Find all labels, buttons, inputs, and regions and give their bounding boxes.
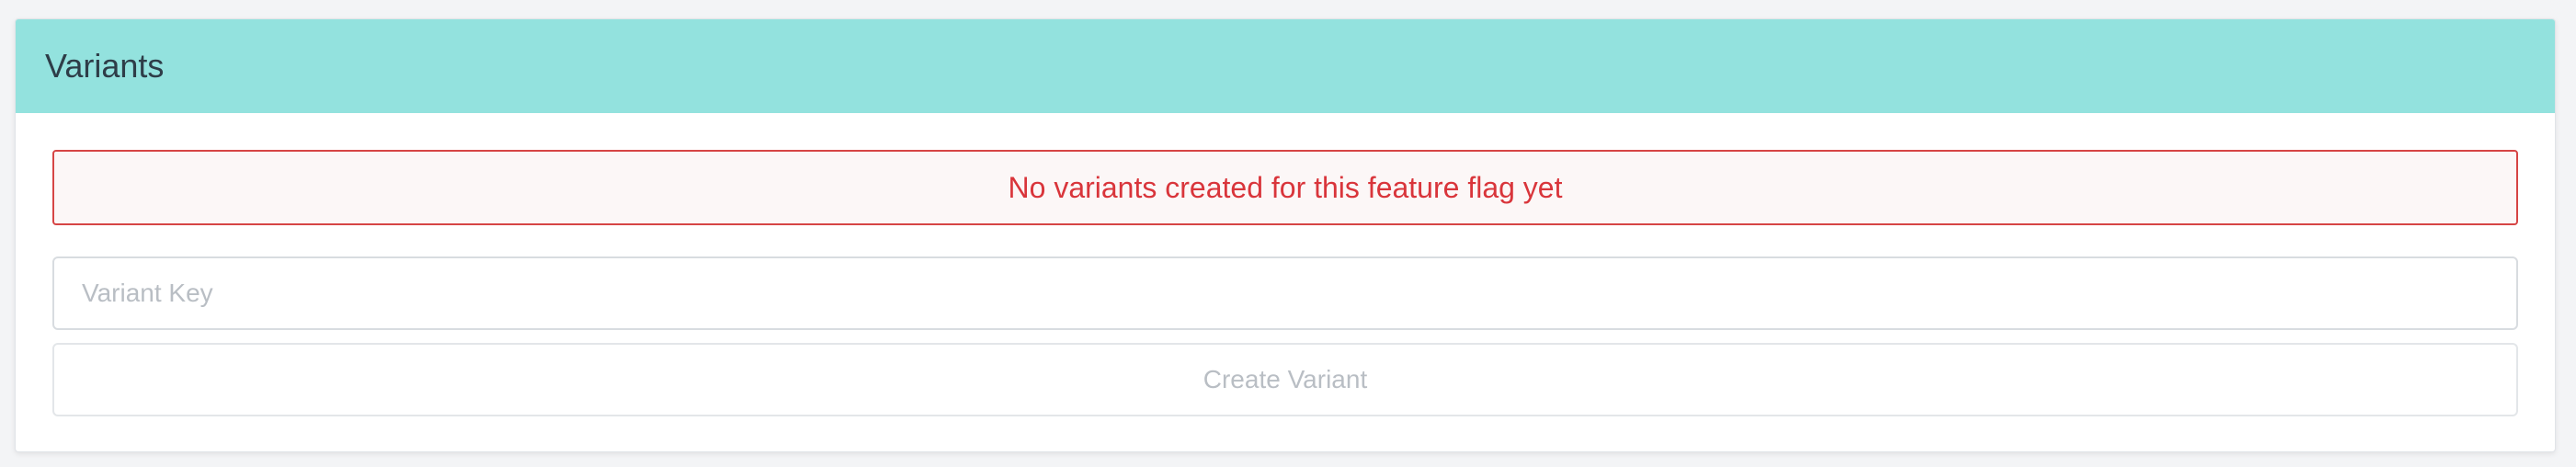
panel-title: Variants [45, 47, 165, 85]
empty-variants-alert: No variants created for this feature fla… [52, 150, 2518, 225]
variants-panel: Variants No variants created for this fe… [15, 18, 2556, 452]
create-variant-button[interactable]: Create Variant [52, 343, 2518, 416]
panel-body: No variants created for this feature fla… [16, 113, 2555, 416]
alert-message: No variants created for this feature fla… [1008, 170, 1563, 204]
panel-header: Variants [16, 19, 2555, 113]
variant-key-input[interactable] [52, 256, 2518, 330]
